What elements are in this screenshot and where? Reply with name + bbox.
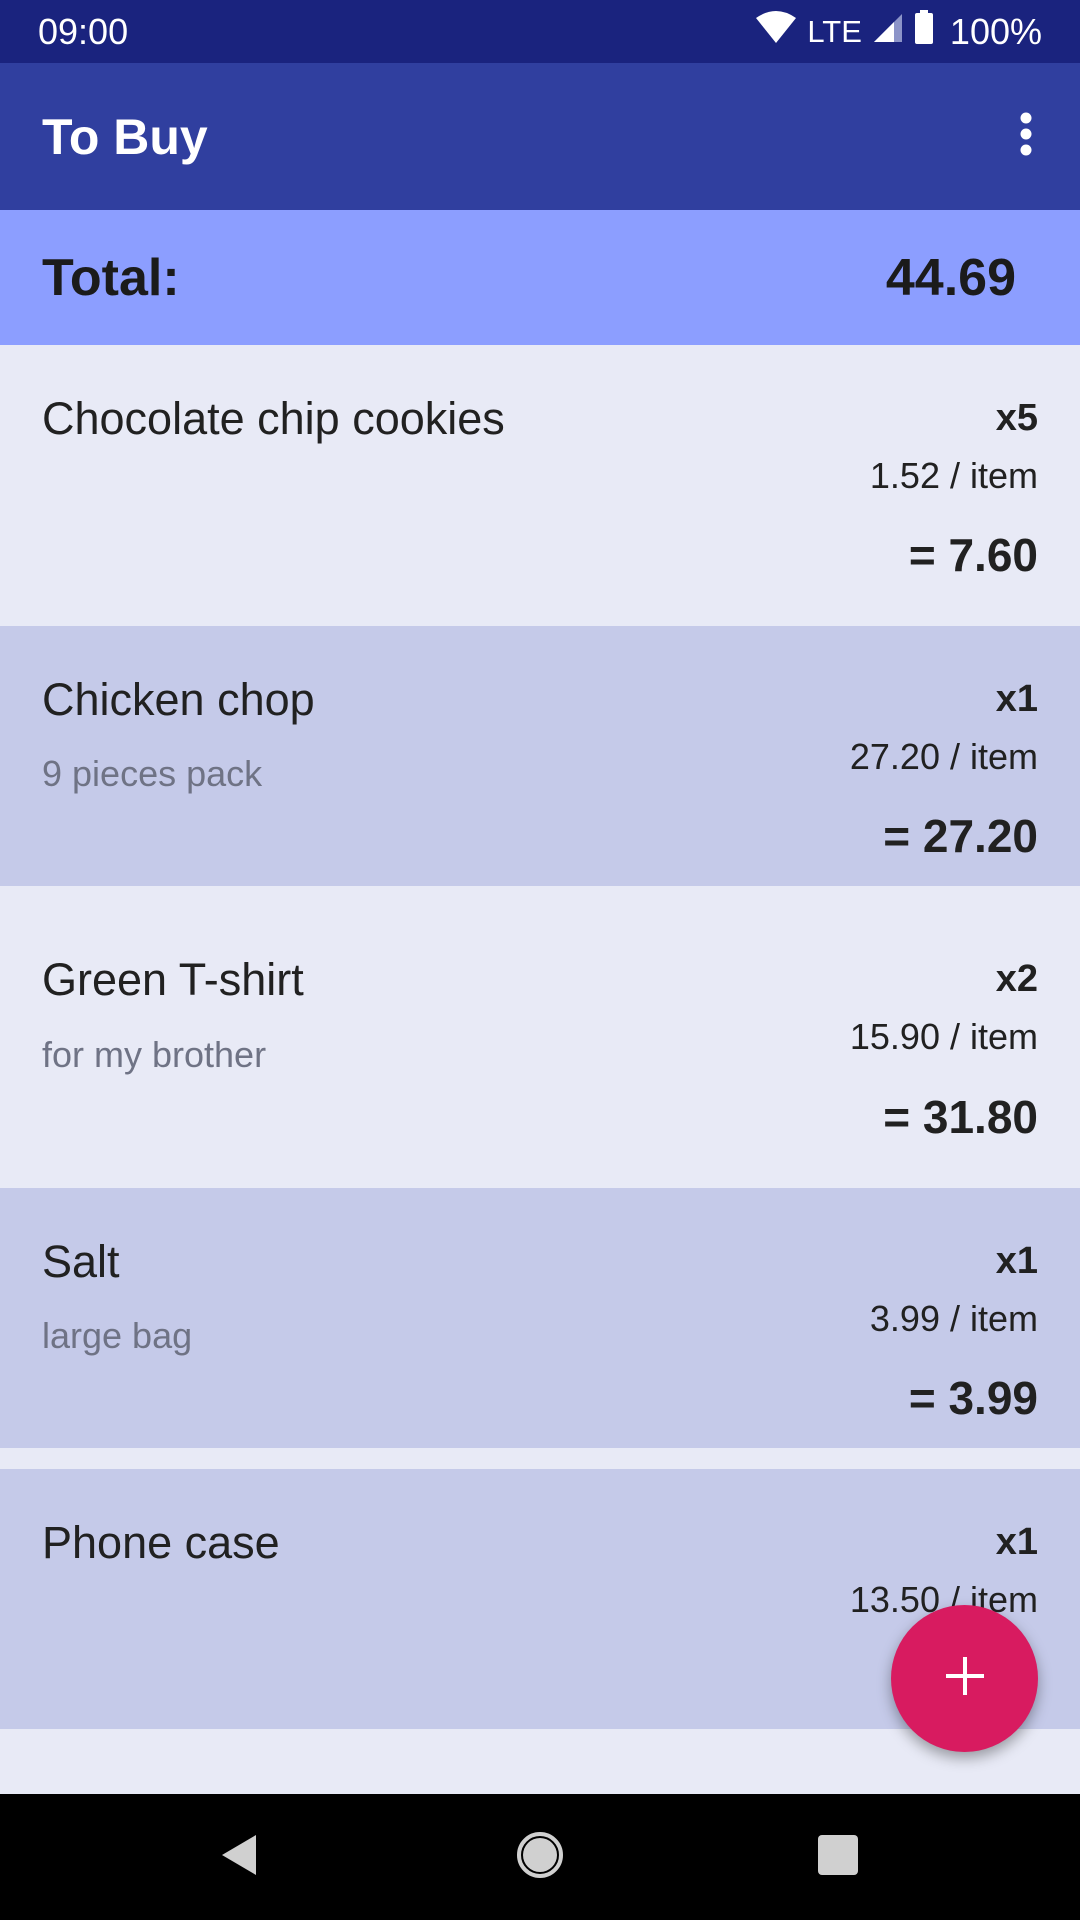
item-name: Chocolate chip cookies <box>42 393 505 444</box>
item-subtotal: = 31.80 <box>883 1091 1038 1143</box>
item-quantity: x2 <box>995 958 1038 1000</box>
nav-recents-button[interactable] <box>778 1794 898 1920</box>
more-vert-icon <box>1019 112 1033 161</box>
status-time: 09:00 <box>38 10 129 52</box>
total-label: Total: <box>42 248 180 307</box>
total-summary: Total: 44.69 <box>0 210 1080 345</box>
item-unit-price: 27.20 / item <box>849 736 1038 777</box>
item-name: Chicken chop <box>42 674 315 725</box>
item-quantity: x1 <box>995 1521 1038 1563</box>
item-unit-price: 15.90 / item <box>849 1016 1038 1057</box>
item-name: Phone case <box>42 1517 280 1568</box>
add-item-button[interactable] <box>891 1605 1038 1752</box>
system-navigation-bar <box>0 1794 1080 1920</box>
battery-percent: 100% <box>949 10 1042 52</box>
overflow-menu-button[interactable] <box>996 97 1056 177</box>
item-name: Green T-shirt <box>42 954 304 1005</box>
battery-icon <box>914 10 934 53</box>
signal-icon <box>872 11 904 53</box>
list-item[interactable]: Chocolate chip cookies x5 1.52 / item = … <box>0 345 1080 626</box>
list-item[interactable]: Green T-shirt for my brother x2 15.90 / … <box>0 886 1080 1188</box>
wifi-icon <box>755 10 797 53</box>
total-amount: 44.69 <box>885 248 1016 307</box>
network-type: LTE <box>807 13 862 49</box>
item-name: Salt <box>42 1236 120 1287</box>
app-bar: To Buy <box>0 63 1080 210</box>
status-icons: LTE 100% <box>755 10 1042 53</box>
plus-icon <box>944 1655 986 1702</box>
home-circle-icon <box>515 1830 565 1885</box>
item-subtotal: = 27.20 <box>883 810 1038 862</box>
list-item[interactable]: Salt large bag x1 3.99 / item = 3.99 <box>0 1188 1080 1448</box>
page-title: To Buy <box>42 108 208 165</box>
item-note: large bag <box>42 1315 193 1356</box>
item-quantity: x5 <box>995 397 1038 439</box>
item-note: for my brother <box>42 1034 267 1075</box>
nav-back-button[interactable] <box>179 1794 299 1920</box>
list-item[interactable]: Chicken chop 9 pieces pack x1 27.20 / it… <box>0 626 1080 886</box>
item-quantity: x1 <box>995 678 1038 720</box>
item-subtotal: = 7.60 <box>908 529 1038 581</box>
item-subtotal: = 3.99 <box>908 1372 1038 1424</box>
item-note: 9 pieces pack <box>42 753 263 794</box>
app-screen: 09:00 LTE 100% To Buy Total: 44.69 Choco… <box>0 0 1080 1920</box>
item-unit-price: 3.99 / item <box>869 1298 1038 1339</box>
item-quantity: x1 <box>995 1240 1038 1282</box>
recents-square-icon <box>817 1834 859 1881</box>
nav-home-button[interactable] <box>480 1794 600 1920</box>
item-unit-price: 1.52 / item <box>869 455 1038 496</box>
back-triangle-icon <box>218 1832 260 1883</box>
status-bar: 09:00 LTE 100% <box>0 0 1080 63</box>
